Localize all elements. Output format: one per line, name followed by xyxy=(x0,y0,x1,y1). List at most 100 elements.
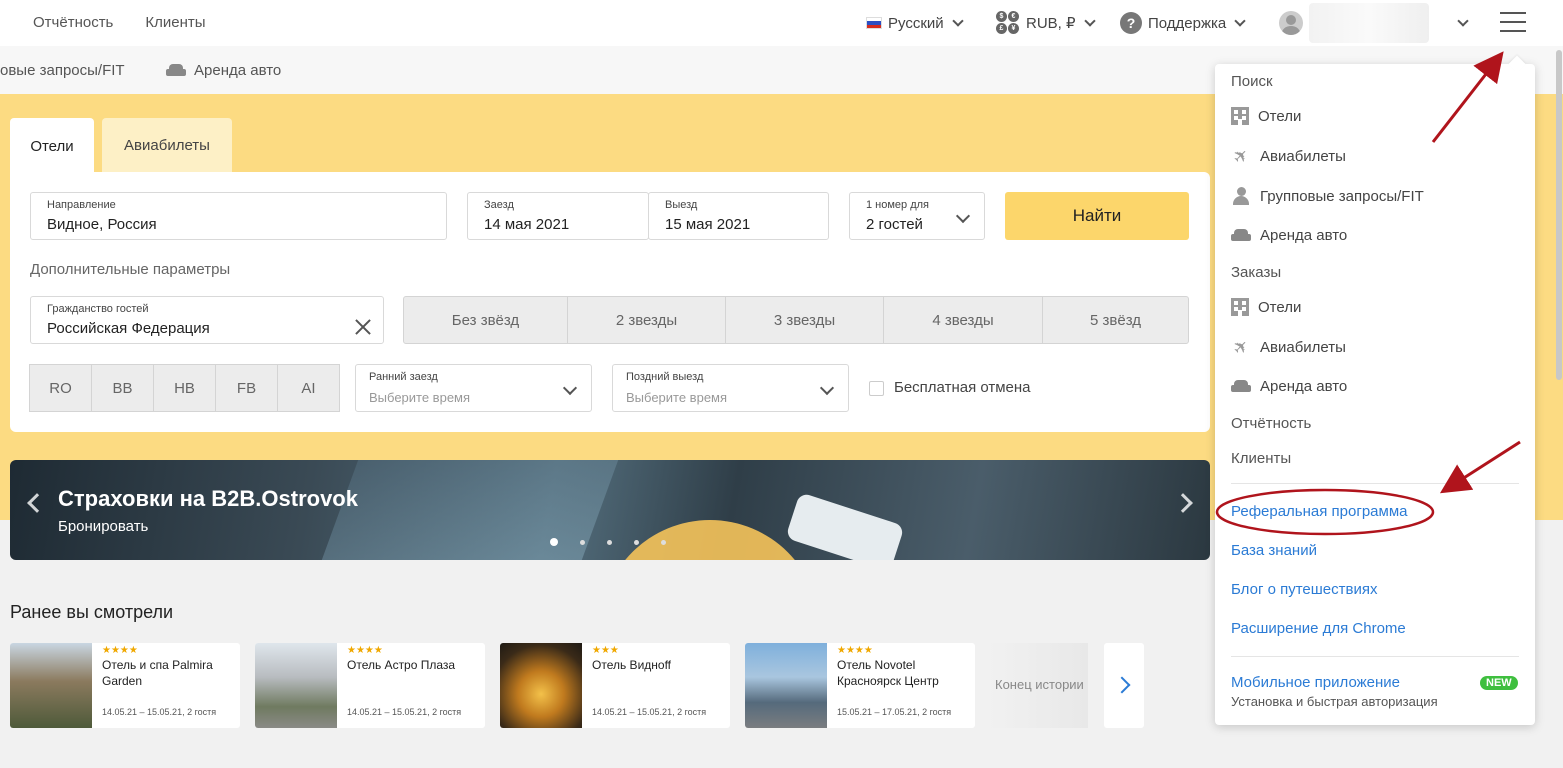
tab-flights[interactable]: Авиабилеты xyxy=(102,118,232,172)
filter-4-stars[interactable]: 4 звезды xyxy=(883,296,1043,344)
chevron-down-icon xyxy=(1234,15,1246,27)
meal-bb[interactable]: BB xyxy=(91,364,154,412)
carousel-dot[interactable] xyxy=(661,539,666,545)
menu-search-hotels[interactable]: Отели xyxy=(1231,107,1301,125)
subnav-car-rental[interactable]: Аренда авто xyxy=(166,62,281,79)
hotel-name: Отель и спа Palmira Garden xyxy=(102,658,213,688)
early-checkin-label: Ранний заезд xyxy=(369,371,438,383)
chevron-down-icon xyxy=(1457,15,1469,27)
carousel-dot[interactable] xyxy=(607,539,612,545)
citizenship-field[interactable]: Гражданство гостей Российская Федерация xyxy=(30,296,384,344)
free-cancel-checkbox[interactable] xyxy=(869,381,884,396)
menu-section-orders: Заказы xyxy=(1231,264,1282,281)
guests-value: 2 гостей xyxy=(866,216,923,233)
late-checkout-select[interactable]: Поздний выезд Выберите время xyxy=(612,364,849,412)
plane-icon: ✈ xyxy=(1228,143,1254,169)
currency-label: RUB, ₽ xyxy=(1026,15,1076,32)
menu-reports[interactable]: Отчётность xyxy=(1231,415,1311,432)
filter-5-stars[interactable]: 5 звёзд xyxy=(1042,296,1189,344)
hotel-stars: ★★★ xyxy=(592,645,619,656)
menu-orders-hotels[interactable]: Отели xyxy=(1231,298,1301,316)
meal-ai[interactable]: AI xyxy=(277,364,340,412)
menu-item-label: Отели xyxy=(1258,107,1302,125)
early-checkin-placeholder: Выберите время xyxy=(369,390,471,405)
meal-hb[interactable]: HB xyxy=(153,364,216,412)
carousel-dot[interactable] xyxy=(580,539,585,545)
menu-search-flights[interactable]: ✈ Авиабилеты xyxy=(1229,144,1346,169)
hotel-stars: ★★★★ xyxy=(347,645,383,656)
close-icon[interactable] xyxy=(355,319,371,335)
menu-orders-car-rental[interactable]: Аренда авто xyxy=(1231,378,1347,395)
chevron-right-icon[interactable] xyxy=(1104,643,1144,728)
meal-fb[interactable]: FB xyxy=(215,364,278,412)
support-menu[interactable]: ? Поддержка xyxy=(1120,10,1246,36)
subnav-car-rental-label: Аренда авто xyxy=(194,62,282,79)
menu-search-group-requests[interactable]: Групповые запросы/FIT xyxy=(1231,187,1424,205)
hotel-photo xyxy=(10,643,92,728)
find-button[interactable]: Найти xyxy=(1005,192,1189,240)
page-scrollbar[interactable] xyxy=(1556,50,1562,380)
destination-field[interactable]: Направление Видное, Россия xyxy=(30,192,447,240)
recent-hotel-card[interactable]: ★★★ Отель Видноff 14.05.21 – 15.05.21, 2… xyxy=(500,643,730,728)
recent-hotel-card[interactable]: ★★★★ Отель и спа Palmira Garden 14.05.21… xyxy=(10,643,240,728)
additional-params-toggle[interactable]: Дополнительные параметры xyxy=(30,261,230,278)
car-icon xyxy=(1231,379,1251,394)
chevron-down-icon xyxy=(955,208,971,224)
chevron-right-icon[interactable] xyxy=(1173,493,1193,513)
checkout-field[interactable]: Выезд 15 мая 2021 xyxy=(648,192,829,240)
carousel-dot[interactable] xyxy=(634,539,639,545)
nav-reports[interactable]: Отчётность xyxy=(33,14,113,31)
language-selector[interactable]: Русский xyxy=(866,10,964,36)
help-icon: ? xyxy=(1120,12,1142,34)
history-end-label: Конец истории xyxy=(988,643,1088,728)
recent-hotel-card[interactable]: ★★★★ Отель Novotel Красноярск Центр 15.0… xyxy=(745,643,975,728)
checkout-value: 15 мая 2021 xyxy=(665,216,751,233)
hotel-icon xyxy=(1231,107,1249,125)
early-checkin-select[interactable]: Ранний заезд Выберите время xyxy=(355,364,592,412)
checkout-label: Выезд xyxy=(665,199,698,211)
carousel-dots xyxy=(550,538,666,546)
menu-search-car-rental[interactable]: Аренда авто xyxy=(1231,227,1347,244)
user-menu[interactable] xyxy=(1279,3,1469,43)
free-cancel-label[interactable]: Бесплатная отмена xyxy=(894,379,1031,396)
menu-orders-flights[interactable]: ✈ Авиабилеты xyxy=(1229,335,1346,360)
guests-selector[interactable]: 1 номер для 2 гостей xyxy=(849,192,985,240)
checkin-field[interactable]: Заезд 14 мая 2021 xyxy=(467,192,649,240)
search-form: Направление Видное, Россия Заезд 14 мая … xyxy=(10,172,1210,432)
carousel-dot[interactable] xyxy=(550,538,558,546)
subnav-group-requests[interactable]: овые запросы/FIT xyxy=(0,62,125,79)
main-menu-dropdown: Поиск Отели ✈ Авиабилеты Групповые запро… xyxy=(1215,64,1535,725)
menu-chrome-extension[interactable]: Расширение для Chrome xyxy=(1231,620,1406,637)
car-icon xyxy=(1231,228,1251,243)
citizenship-value: Российская Федерация xyxy=(47,320,210,337)
top-nav: Отчётность Клиенты xyxy=(33,14,206,31)
tab-hotels[interactable]: Отели xyxy=(10,118,94,174)
menu-knowledge-base[interactable]: База знаний xyxy=(1231,542,1317,559)
coins-icon: $ € £ ¥ xyxy=(996,11,1020,35)
menu-item-label: Аренда авто xyxy=(1260,378,1348,395)
menu-referral-program[interactable]: Реферальная программа xyxy=(1231,503,1407,520)
late-checkout-placeholder: Выберите время xyxy=(626,390,728,405)
menu-item-label: Аренда авто xyxy=(1260,227,1348,244)
currency-selector[interactable]: $ € £ ¥ RUB, ₽ xyxy=(996,10,1096,36)
menu-clients[interactable]: Клиенты xyxy=(1231,450,1291,467)
hotel-dates: 15.05.21 – 17.05.21, 2 гостя xyxy=(837,707,952,717)
recent-title: Ранее вы смотрели xyxy=(10,602,174,622)
menu-item-label: Отели xyxy=(1258,298,1302,316)
promo-banner[interactable]: Страховки на B2B.Ostrovok Бронировать xyxy=(10,460,1210,560)
menu-travel-blog[interactable]: Блог о путешествиях xyxy=(1231,581,1377,598)
banner-subtitle[interactable]: Бронировать xyxy=(58,518,148,535)
chevron-left-icon[interactable] xyxy=(27,493,47,513)
avatar xyxy=(1279,11,1303,35)
meal-ro[interactable]: RO xyxy=(29,364,92,412)
hotel-dates: 14.05.21 – 15.05.21, 2 гостя xyxy=(592,707,707,717)
hamburger-menu-icon[interactable] xyxy=(1500,12,1526,32)
filter-no-stars[interactable]: Без звёзд xyxy=(403,296,568,344)
menu-mobile-app[interactable]: Мобильное приложение xyxy=(1231,674,1400,691)
filter-3-stars[interactable]: 3 звезды xyxy=(725,296,884,344)
menu-mobile-app-subtitle: Установка и быстрая авторизация xyxy=(1231,694,1438,709)
recent-hotel-card[interactable]: ★★★★ Отель Астро Плаза 14.05.21 – 15.05.… xyxy=(255,643,485,728)
menu-divider xyxy=(1231,483,1519,484)
filter-2-stars[interactable]: 2 звезды xyxy=(567,296,726,344)
nav-clients[interactable]: Клиенты xyxy=(145,14,205,31)
